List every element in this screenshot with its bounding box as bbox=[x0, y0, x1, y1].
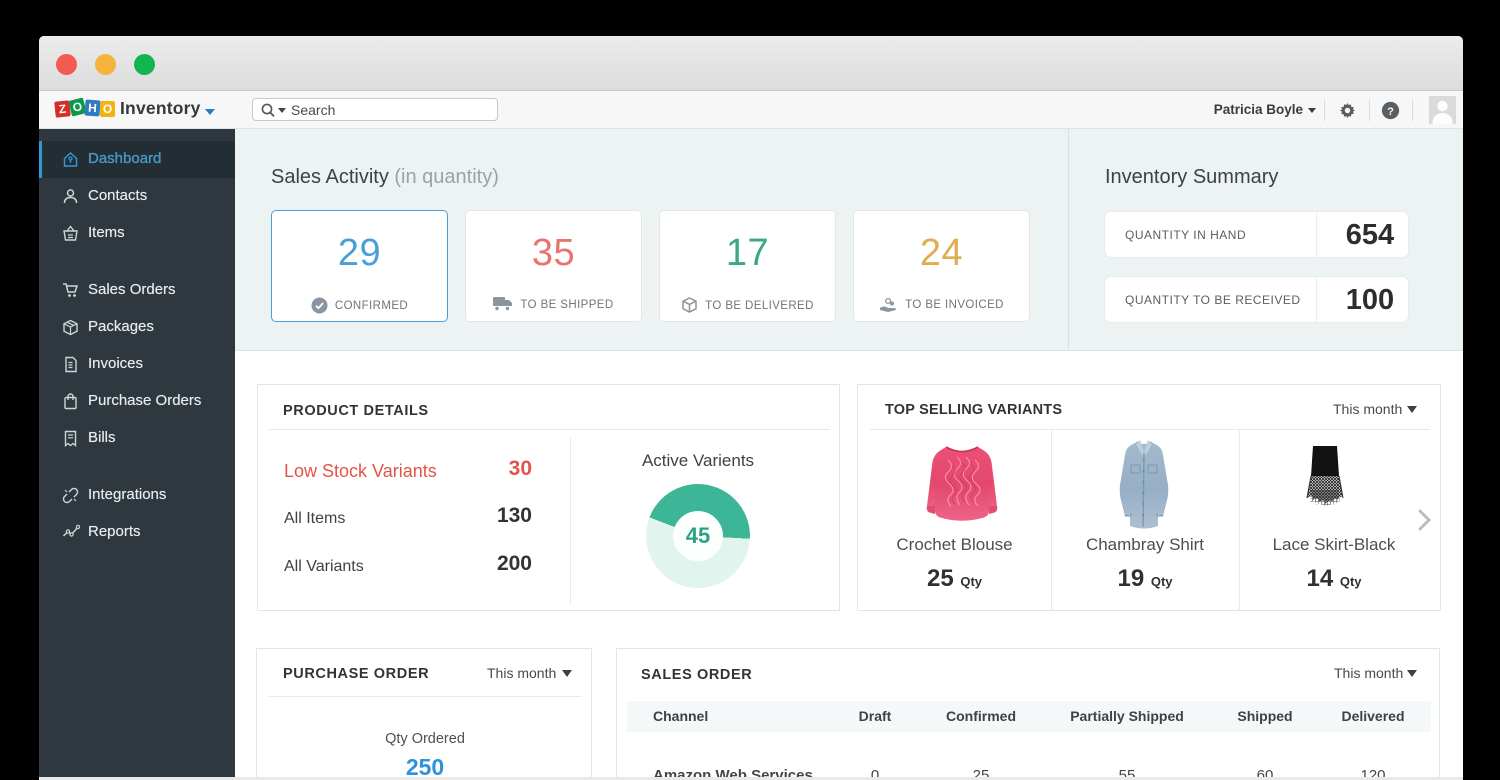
svg-text:?: ? bbox=[1387, 106, 1394, 118]
